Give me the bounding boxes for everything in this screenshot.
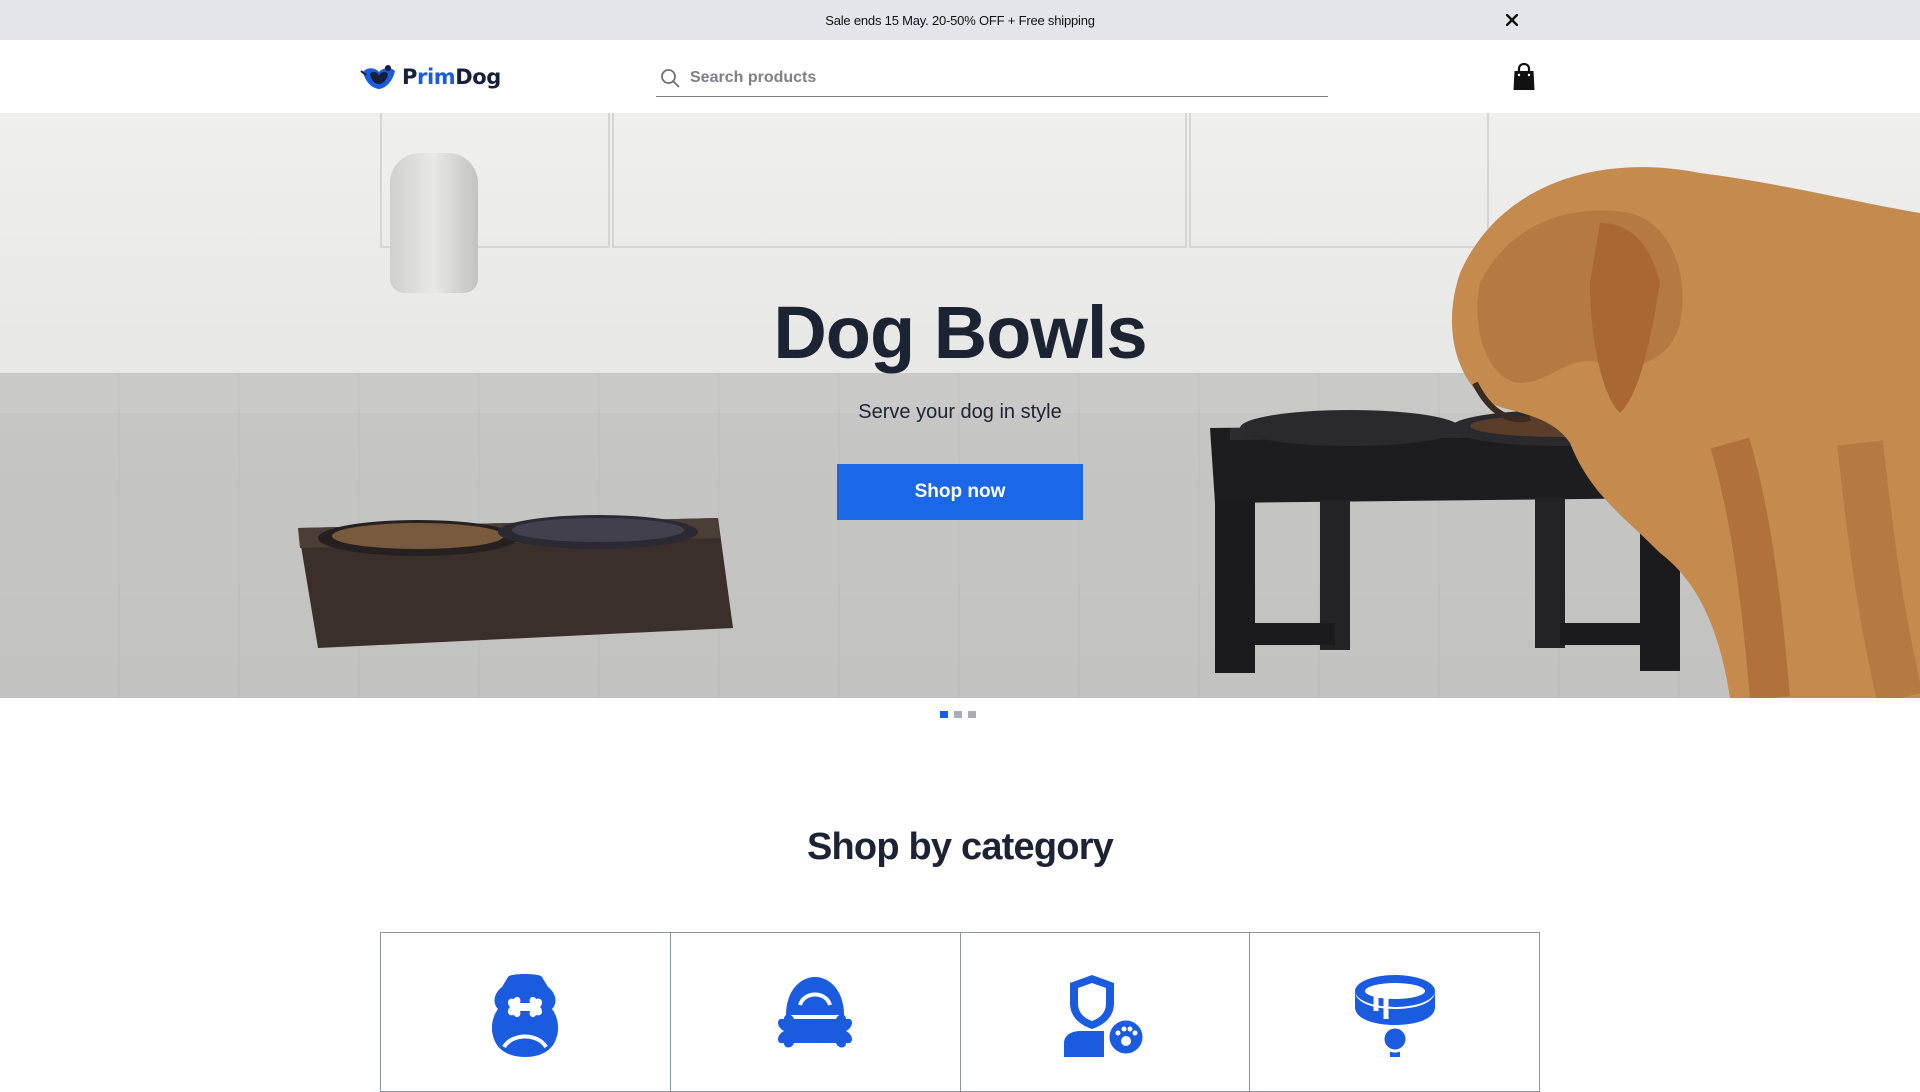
logo[interactable]: PrimDog — [360, 60, 501, 94]
hero-banner: Dog Bowls Serve your dog in style Shop n… — [0, 113, 1920, 698]
site-header: PrimDog — [0, 40, 1920, 113]
dog-bed-bone-icon — [778, 977, 853, 1048]
category-card-collars[interactable] — [1250, 933, 1539, 1091]
hero-subtitle: Serve your dog in style — [858, 401, 1062, 423]
carousel-dot-2[interactable] — [954, 711, 962, 718]
carousel-dot-3[interactable] — [968, 711, 976, 718]
shop-now-button[interactable]: Shop now — [837, 464, 1083, 520]
logo-text: PrimDog — [402, 65, 501, 89]
hero-title: Dog Bowls — [773, 291, 1147, 374]
announcement-bar: Sale ends 15 May. 20-50% OFF + Free ship… — [0, 0, 1920, 40]
dog-treat-bone-icon — [492, 974, 559, 1057]
category-card-treats[interactable] — [381, 933, 671, 1091]
category-grid — [380, 932, 1540, 1092]
announcement-text: Sale ends 15 May. 20-50% OFF + Free ship… — [825, 12, 1095, 28]
carousel-dot-1[interactable] — [940, 711, 948, 718]
dog-collar-tag-icon — [1354, 975, 1435, 1057]
close-icon[interactable] — [1500, 8, 1524, 32]
search-icon[interactable] — [658, 66, 682, 90]
search-input[interactable] — [690, 63, 1328, 93]
category-card-health[interactable] — [961, 933, 1251, 1091]
cabinet-panel — [612, 113, 1187, 248]
search-bar[interactable] — [656, 60, 1328, 97]
section-title: Shop by category — [806, 826, 1114, 868]
shopping-bag-icon[interactable] — [1510, 61, 1538, 93]
pet-health-shield-icon — [1063, 975, 1146, 1057]
vase-image — [390, 153, 478, 293]
category-card-beds[interactable] — [671, 933, 961, 1091]
dog-logo-icon — [360, 65, 395, 89]
double-bowl-image — [298, 515, 733, 648]
carousel-pagination — [940, 711, 976, 718]
